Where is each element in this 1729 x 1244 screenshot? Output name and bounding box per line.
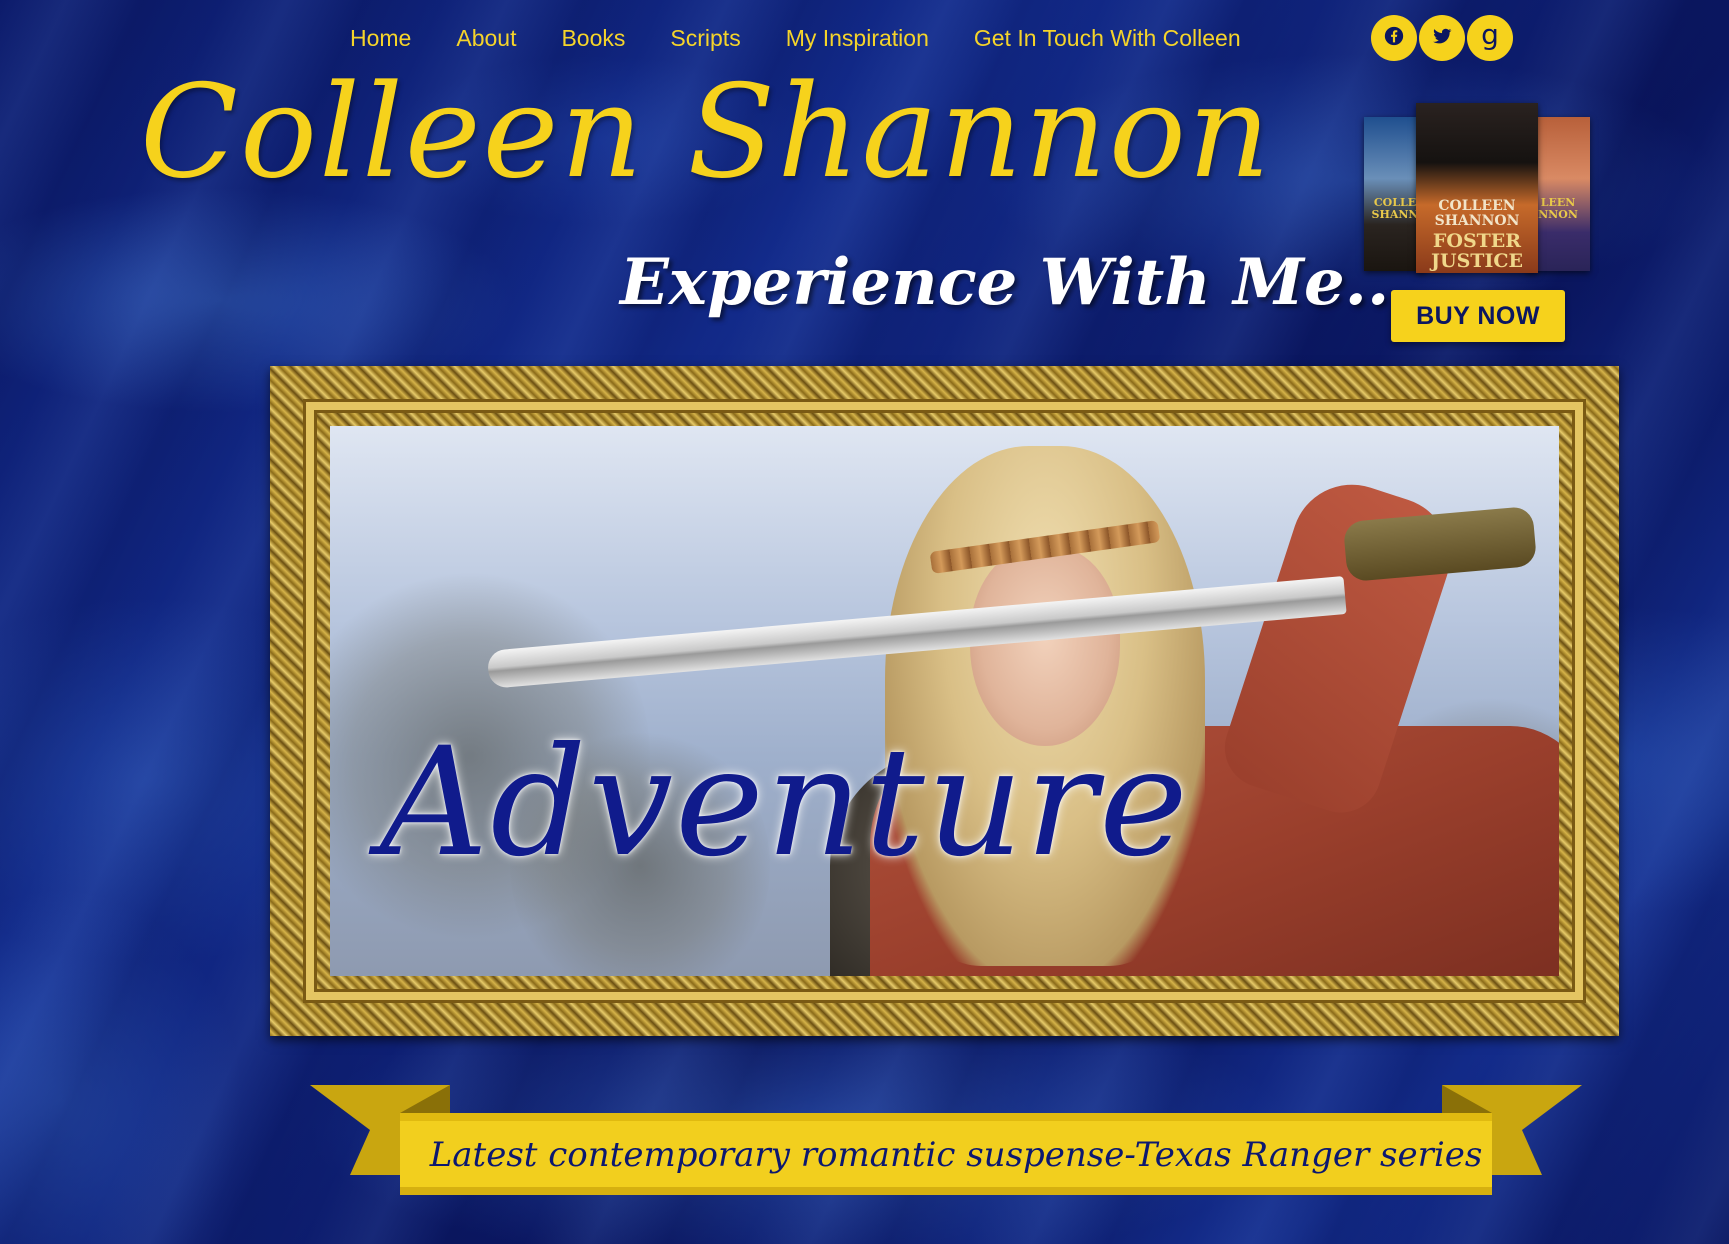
site-title: Colleen Shannon [140, 58, 1273, 207]
nav-about[interactable]: About [456, 25, 516, 52]
book-covers-promo[interactable]: COLLE SHANN LEEN NNON COLLEEN SHANNON FO… [1364, 103, 1590, 273]
twitter-icon [1431, 25, 1453, 52]
buy-now-button[interactable]: BUY NOW [1391, 290, 1565, 342]
nav-home[interactable]: Home [350, 25, 411, 52]
goodreads-icon: g [1481, 18, 1499, 51]
facebook-link[interactable] [1371, 15, 1417, 61]
nav-my-inspiration[interactable]: My Inspiration [786, 25, 929, 52]
nav-books[interactable]: Books [561, 25, 625, 52]
book-cover-featured[interactable]: COLLEEN SHANNON FOSTER JUSTICE [1416, 103, 1538, 273]
nav-scripts[interactable]: Scripts [670, 25, 740, 52]
facebook-icon [1383, 25, 1405, 52]
twitter-link[interactable] [1419, 15, 1465, 61]
social-links: g [1371, 15, 1513, 61]
book-cover-author: COLLEEN SHANNON [1434, 198, 1520, 229]
ribbon-text: Latest contemporary romantic suspense-Te… [429, 1135, 1483, 1175]
announcement-ribbon[interactable]: Latest contemporary romantic suspense-Te… [310, 1085, 1582, 1195]
site-tagline: Experience With Me... [620, 245, 1412, 320]
main-nav: Home About Books Scripts My Inspiration … [350, 18, 1286, 58]
goodreads-link[interactable]: g [1467, 15, 1513, 61]
hero-frame: Adventure [270, 366, 1619, 1036]
hero-word: Adventure [380, 716, 1190, 890]
nav-get-in-touch[interactable]: Get In Touch With Colleen [974, 25, 1241, 52]
hero-image: Adventure [330, 426, 1559, 976]
book-cover-title: FOSTER JUSTICE [1431, 230, 1523, 272]
